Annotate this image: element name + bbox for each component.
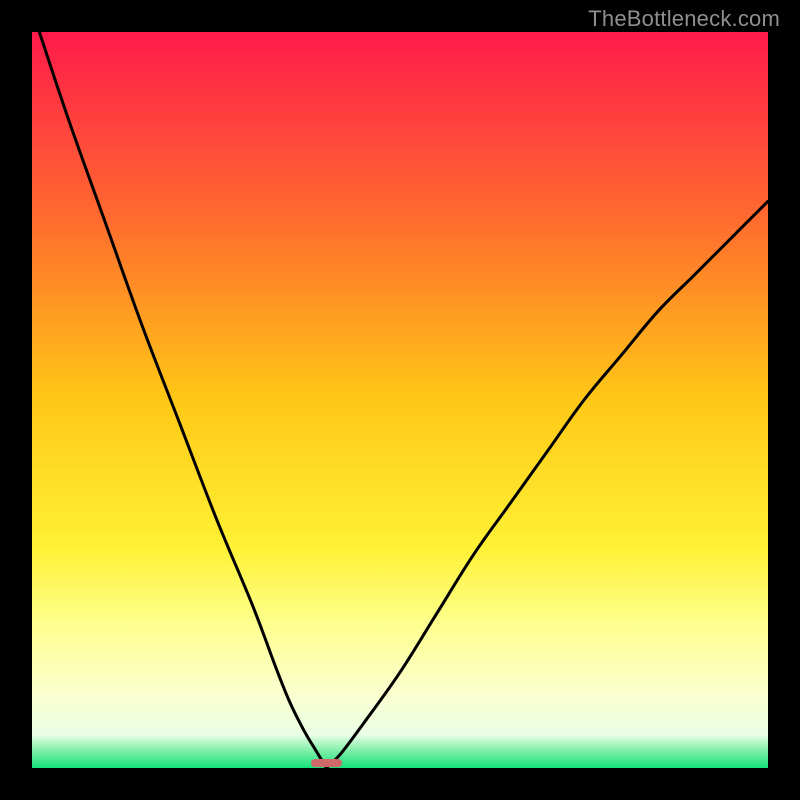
gradient-background xyxy=(32,32,768,768)
chart-svg xyxy=(32,32,768,768)
watermark-text: TheBottleneck.com xyxy=(588,6,780,32)
plot-area xyxy=(32,32,768,768)
min-marker xyxy=(311,759,342,767)
outer-frame: TheBottleneck.com xyxy=(0,0,800,800)
